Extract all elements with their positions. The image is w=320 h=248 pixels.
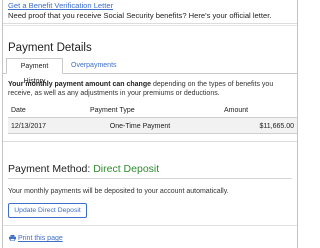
print-page-label: Print this page <box>18 235 63 242</box>
column-header-date: Date <box>11 107 26 114</box>
payment-method-heading: Payment Method: Direct Deposit <box>8 163 159 175</box>
payment-method-value: Direct Deposit <box>93 163 160 175</box>
benefit-letter-link[interactable]: Get a Benefit Verification Letter <box>8 1 113 10</box>
update-direct-deposit-button[interactable]: Update Direct Deposit <box>8 203 87 218</box>
printer-icon <box>9 235 16 241</box>
row-date: 12/13/2017 <box>11 123 47 130</box>
print-page-link[interactable]: Print this page <box>9 234 63 243</box>
payment-history-table: Date Payment Type Amount 12/13/2017 One-… <box>8 104 297 134</box>
row-payment-type: One-Time Payment <box>109 123 171 130</box>
divider <box>3 25 297 26</box>
page-frame: Get a Benefit Verification Letter Need p… <box>2 0 298 248</box>
divider <box>3 225 297 226</box>
table-header: Date Payment Type Amount <box>8 104 297 118</box>
tab-overpayments[interactable]: Overpayments <box>65 58 123 74</box>
divider <box>3 23 297 24</box>
column-header-amount: Amount <box>224 107 249 114</box>
divider <box>8 178 292 179</box>
payment-description-bold: Your monthly payment amount can change <box>8 81 152 88</box>
payment-method-label: Payment Method: <box>8 163 91 175</box>
row-amount: $11,665.00 <box>259 123 294 130</box>
column-header-payment-type: Payment Type <box>90 107 135 114</box>
benefit-letter-text: Need proof that you receive Social Secur… <box>8 11 272 20</box>
payment-details-title: Payment Details <box>8 42 92 54</box>
table-row: 12/13/2017 One-Time Payment $11,665.00 <box>8 118 297 134</box>
payment-description: Your monthly payment amount can change d… <box>8 80 298 98</box>
tab-payment-history[interactable]: Payment History <box>6 58 63 85</box>
payment-tabs: Payment History Overpayments <box>3 58 297 85</box>
direct-deposit-description: Your monthly payments will be deposited … <box>8 188 229 195</box>
divider <box>3 141 297 142</box>
